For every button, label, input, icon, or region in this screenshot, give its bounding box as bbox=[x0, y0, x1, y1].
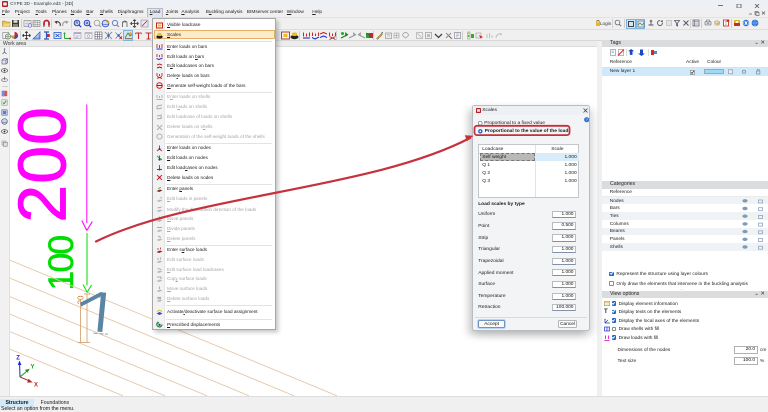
svg-text:Z: Z bbox=[16, 356, 20, 362]
svg-text:Y: Y bbox=[31, 365, 35, 371]
svg-text:X: X bbox=[34, 383, 38, 389]
